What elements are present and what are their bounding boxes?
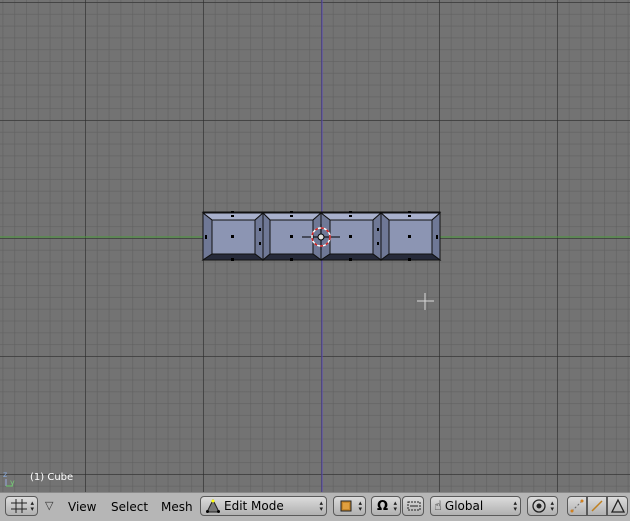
draw-type-button[interactable]: ▴ ▾	[333, 496, 366, 516]
editor-type-button[interactable]: ▴ ▾	[5, 496, 38, 516]
edit-mode-icon	[206, 499, 220, 513]
hand-icon: ☝	[434, 498, 442, 514]
orientation-label: Global	[444, 499, 484, 513]
orientation-selector[interactable]: ☝ Global ▴ ▾	[430, 496, 521, 516]
viewport-header: ▴ ▾ ▽ View Select Mesh Edit Mode ▴ ▾ ▴ ▾ Ω …	[0, 492, 630, 521]
axis-z-label: z	[3, 470, 8, 479]
updown-arrows-icon: ▴ ▾	[550, 499, 554, 513]
axis-orientation-icon: z y	[3, 470, 17, 488]
magnet-icon: Ω	[377, 498, 389, 514]
object-info-label: (1) Cube	[30, 472, 74, 483]
updown-arrows-icon: ▴ ▾	[358, 499, 362, 513]
mode-label: Edit Mode	[224, 499, 284, 513]
proportional-icon	[532, 499, 546, 513]
crosshair-cursor-icon	[417, 293, 434, 310]
updown-arrows-icon: ▴ ▾	[513, 499, 517, 513]
axis-y-label: y	[10, 478, 15, 487]
solid-draw-icon	[340, 500, 352, 512]
grid-icon	[11, 499, 27, 513]
updown-arrows-icon: ▴ ▾	[30, 499, 34, 513]
view-menu[interactable]: View	[68, 500, 96, 514]
transform-icon	[407, 501, 421, 511]
updown-arrows-icon: ▴ ▾	[319, 499, 323, 513]
mode-selector[interactable]: Edit Mode ▴ ▾	[200, 496, 327, 516]
face-select-icon	[610, 498, 626, 513]
snap-button[interactable]: Ω ▴ ▾	[371, 496, 401, 516]
vertex-select-button[interactable]	[567, 496, 587, 516]
vertex-select-icon	[570, 499, 584, 513]
mesh-menu[interactable]: Mesh	[161, 500, 193, 514]
transform-button[interactable]	[402, 496, 424, 516]
face-select-button[interactable]	[607, 496, 628, 516]
3d-viewport[interactable]: z y (1) Cube	[0, 0, 630, 492]
select-menu[interactable]: Select	[111, 500, 148, 514]
scene-canvas	[0, 0, 630, 492]
edge-select-button[interactable]	[587, 496, 607, 516]
triangle-down-icon[interactable]: ▽	[45, 499, 53, 512]
edge-select-icon	[591, 500, 603, 512]
updown-arrows-icon: ▴ ▾	[393, 499, 397, 513]
proportional-edit-button[interactable]: ▴ ▾	[527, 496, 558, 516]
